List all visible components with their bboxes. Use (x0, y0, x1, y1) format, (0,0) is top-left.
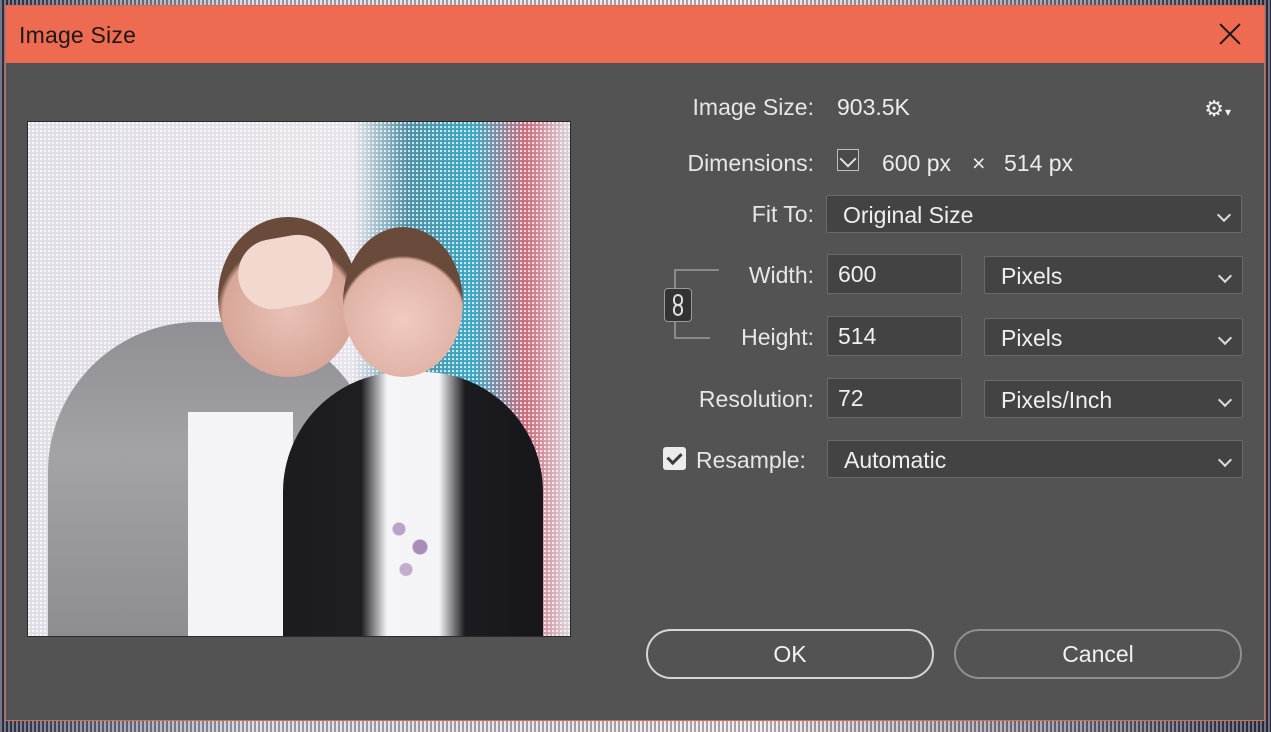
width-label: Width: (748, 262, 814, 288)
preview-flower-pattern (378, 502, 448, 592)
width-unit-select[interactable]: Pixels (984, 256, 1243, 294)
dimensions-width: 600 px (882, 150, 952, 176)
height-unit-value: Pixels (1001, 325, 1063, 351)
dialog-title: Image Size (19, 22, 137, 48)
resolution-unit-value: Pixels/Inch (1001, 387, 1113, 413)
resolution-unit-select[interactable]: Pixels/Inch (984, 380, 1243, 418)
dimensions-times: × (972, 150, 986, 176)
chevron-down-icon (1217, 330, 1233, 346)
chevron-down-icon (1216, 207, 1232, 223)
fit-to-select[interactable]: Original Size (826, 195, 1242, 233)
resample-select[interactable]: Automatic (827, 440, 1243, 478)
fit-to-value: Original Size (843, 202, 974, 228)
resample-value: Automatic (844, 447, 947, 473)
height-input[interactable] (827, 316, 962, 356)
chevron-down-icon (1217, 392, 1233, 408)
fit-to-label: Fit To: (751, 201, 814, 227)
preview-head-right (343, 227, 463, 377)
caret-icon: ▾ (1224, 105, 1231, 119)
close-icon[interactable] (1214, 18, 1246, 50)
constrain-proportions-link[interactable] (664, 288, 692, 322)
resample-label: Resample: (696, 447, 806, 473)
dimensions-height: 514 px (1004, 150, 1074, 176)
chain-link-icon-lower (673, 304, 683, 316)
height-label: Height: (741, 324, 814, 350)
preview-shirt (188, 412, 293, 636)
title-bar[interactable]: Image Size (6, 6, 1264, 63)
resolution-input[interactable] (827, 378, 962, 418)
cancel-button[interactable]: Cancel (954, 629, 1242, 679)
gear-icon[interactable]: ⚙▾ (1204, 96, 1231, 122)
gear-glyph: ⚙ (1204, 96, 1224, 121)
image-size-label: Image Size: (692, 94, 814, 120)
resolution-label: Resolution: (698, 386, 814, 412)
image-size-value: 903.5K (837, 94, 910, 120)
dimensions-label: Dimensions: (687, 150, 814, 176)
width-unit-value: Pixels (1001, 263, 1063, 289)
image-preview[interactable] (27, 121, 571, 637)
width-input[interactable] (827, 254, 962, 294)
ok-button[interactable]: OK (646, 629, 934, 679)
dimensions-dropdown-toggle[interactable] (837, 149, 859, 171)
image-size-dialog: Image Size Image Size: 903.5K ⚙▾ Dimensi… (5, 5, 1265, 721)
chevron-down-icon (1217, 268, 1233, 284)
chevron-down-icon (1217, 452, 1233, 468)
resample-checkbox[interactable] (663, 447, 686, 470)
height-unit-select[interactable]: Pixels (984, 318, 1243, 356)
